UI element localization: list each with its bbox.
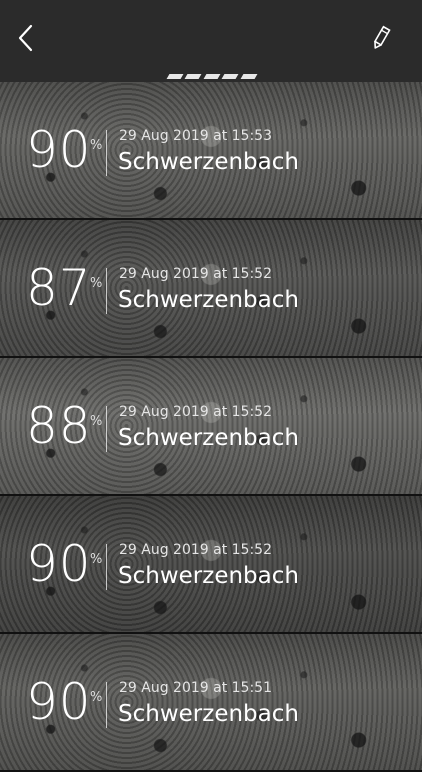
chevron-left-icon <box>17 24 33 56</box>
timestamp: 29 Aug 2019 at 15:52 <box>119 404 272 420</box>
timestamp: 29 Aug 2019 at 15:53 <box>119 128 272 144</box>
back-button[interactable] <box>10 22 40 58</box>
page-indicator-dash <box>166 74 184 79</box>
percent-sign: % <box>90 690 103 705</box>
measurement-row[interactable]: 90 % 29 Aug 2019 at 15:52 Schwerzenbach <box>0 496 422 634</box>
timestamp: 29 Aug 2019 at 15:52 <box>119 542 272 558</box>
page-indicator <box>166 74 258 80</box>
measurement-row[interactable]: 90 % 29 Aug 2019 at 15:53 Schwerzenbach <box>0 82 422 220</box>
location: Schwerzenbach <box>118 701 299 727</box>
measurement-row[interactable]: 88 % 29 Aug 2019 at 15:52 Schwerzenbach <box>0 358 422 496</box>
divider <box>106 268 107 314</box>
location: Schwerzenbach <box>118 149 299 175</box>
edit-button[interactable] <box>366 22 396 58</box>
humidity-value: 90 <box>26 121 92 179</box>
location: Schwerzenbach <box>118 425 299 451</box>
humidity-value: 88 <box>26 397 92 455</box>
measurement-list: 90 % 29 Aug 2019 at 15:53 Schwerzenbach … <box>0 82 422 772</box>
percent-sign: % <box>90 552 103 567</box>
timestamp: 29 Aug 2019 at 15:52 <box>119 266 272 282</box>
location: Schwerzenbach <box>118 563 299 589</box>
top-bar <box>0 0 422 82</box>
timestamp: 29 Aug 2019 at 15:51 <box>119 680 272 696</box>
percent-sign: % <box>90 138 103 153</box>
page-indicator-dash <box>240 74 258 79</box>
humidity-value: 90 <box>26 535 92 593</box>
humidity-value: 87 <box>26 259 92 317</box>
humidity-value: 90 <box>26 673 92 731</box>
percent-sign: % <box>90 414 103 429</box>
measurement-row[interactable]: 87 % 29 Aug 2019 at 15:52 Schwerzenbach <box>0 220 422 358</box>
location: Schwerzenbach <box>118 287 299 313</box>
page-indicator-dash <box>203 74 221 79</box>
page-indicator-dash <box>221 74 240 79</box>
percent-sign: % <box>90 276 103 291</box>
divider <box>106 544 107 590</box>
divider <box>106 682 107 728</box>
divider <box>106 130 107 176</box>
page-indicator-dash <box>184 74 203 79</box>
measurement-row[interactable]: 90 % 29 Aug 2019 at 15:51 Schwerzenbach <box>0 634 422 772</box>
pencil-icon <box>371 25 391 55</box>
divider <box>106 406 107 452</box>
